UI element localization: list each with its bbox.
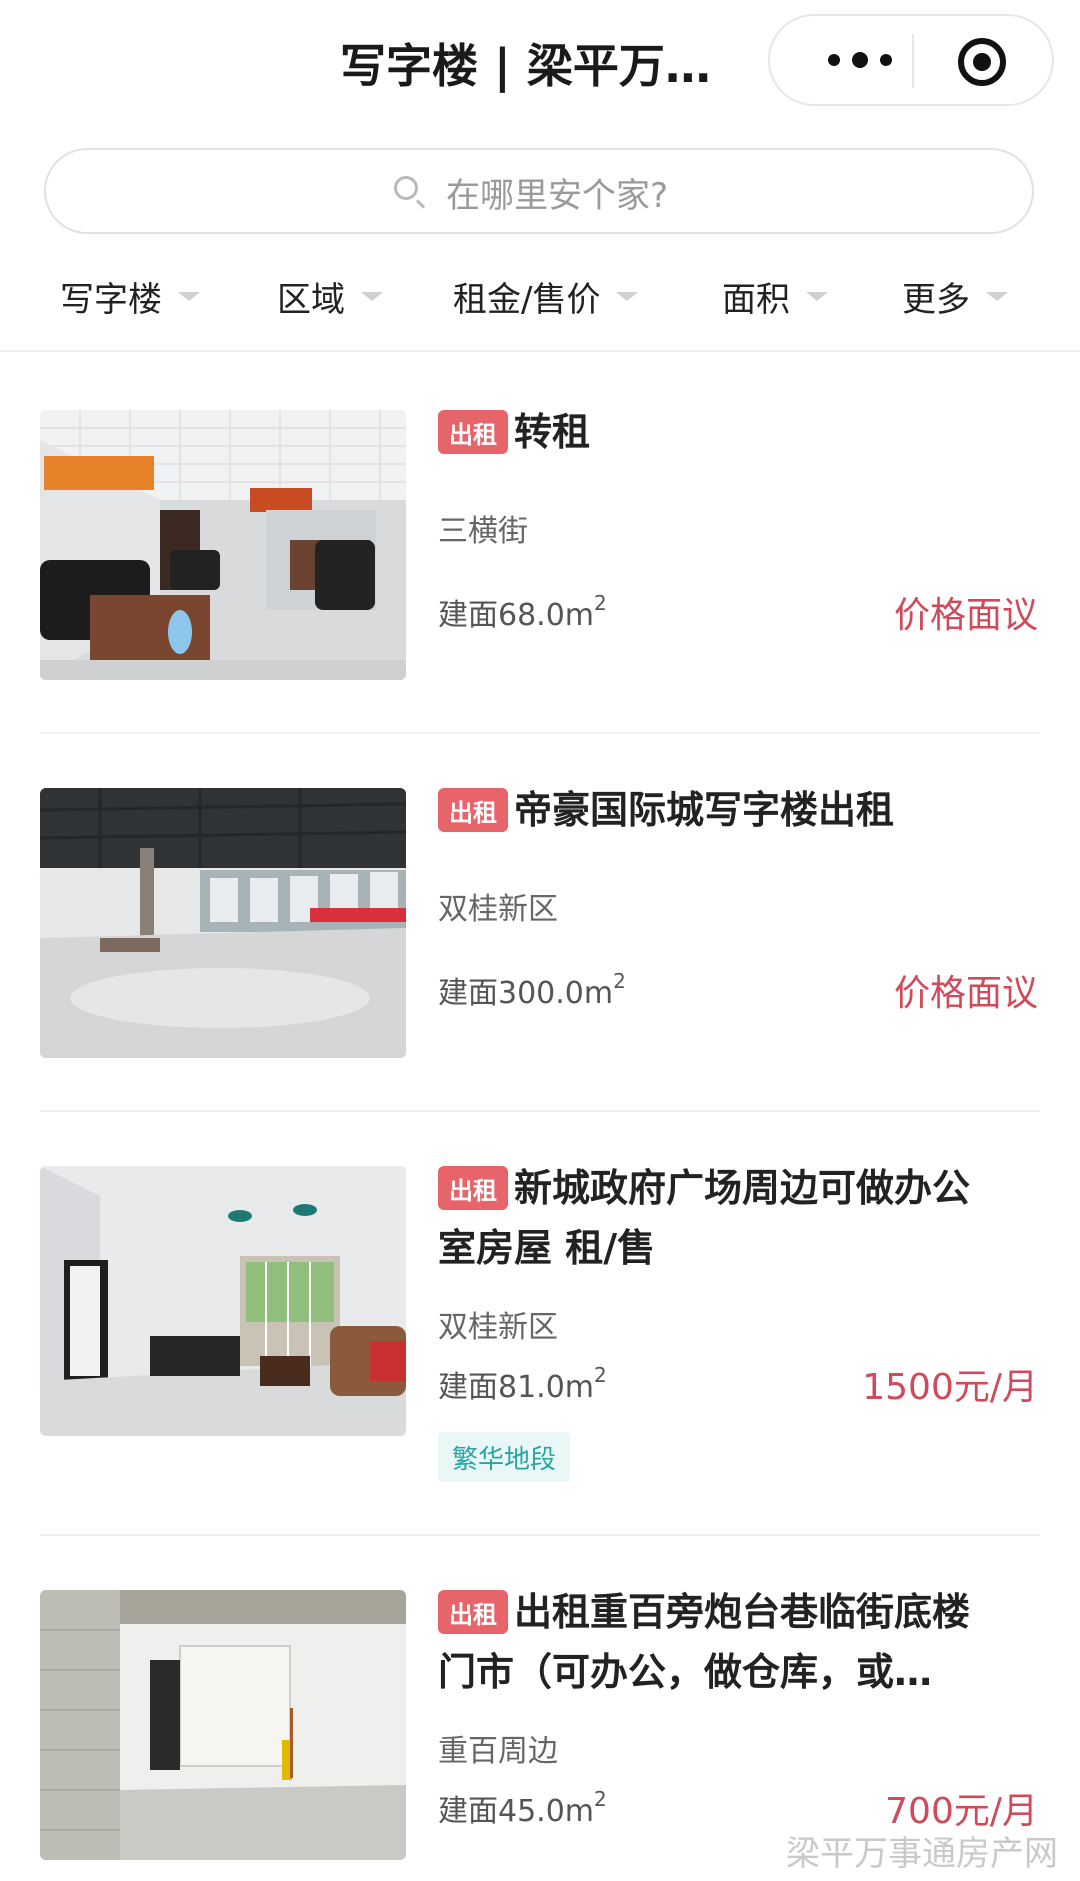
listing-area: 建面45.0m2 [438,1786,607,1830]
filter-area[interactable]: 面积 [722,272,828,321]
listing-photo-living-room[interactable] [40,1166,406,1436]
chevron-down-icon [616,292,639,301]
top-bar: 写字楼 | 梁平万… [0,0,1080,130]
listing-location: 重百周边 [438,1734,558,1769]
chevron-down-icon [178,292,200,301]
listing-price: 价格面议 [893,595,1038,636]
divider [40,1534,1040,1536]
divider [40,732,1040,734]
chevron-down-icon [806,292,828,301]
listing-price: 价格面议 [893,973,1038,1014]
listing-area-text: 建面45.0m [438,1794,595,1829]
feature-tag: 繁华地段 [438,1432,571,1482]
chevron-down-icon [986,292,1008,301]
listing-area-sup: 2 [594,1787,607,1811]
status-badge: 出租 [438,1166,508,1210]
filter-more-label: 更多 [902,280,970,320]
listing-title[interactable]: 帝豪国际城写字楼出租 [514,780,894,840]
listing-title-line1[interactable]: 出租重百旁炮台巷临街底楼 [514,1582,970,1642]
mini-program-capsule [768,14,1054,106]
filter-price[interactable]: 租金/售价 [453,272,639,321]
listing-area: 建面81.0m2 [438,1362,607,1406]
capsule-divider [912,34,914,88]
filter-area-label: 面积 [722,280,790,320]
listing-title-line2[interactable]: 门市（可办公，做仓库，或… [438,1642,932,1702]
chevron-down-icon [361,292,383,301]
listing-location: 双桂新区 [438,1310,558,1345]
filter-type-label: 写字楼 [60,280,162,320]
listing-title-line2[interactable]: 室房屋 租/售 [438,1218,655,1278]
listing-area: 建面300.0m2 [438,968,626,1012]
listing-card[interactable]: 出租 转租 三横街 建面68.0m2 价格面议 [0,410,1080,730]
filter-bar: 写字楼 区域 租金/售价 面积 更多 [0,250,1080,352]
search-bar[interactable]: 在哪里安个家? [44,148,1034,234]
listing-area-sup: 2 [594,1363,607,1387]
close-target-icon[interactable] [958,38,1006,86]
listing-title-line1[interactable]: 新城政府广场周边可做办公 [514,1158,970,1218]
status-badge: 出租 [438,410,508,454]
listing-area-sup: 2 [594,591,607,615]
filter-region-label: 区域 [277,280,345,320]
filter-type[interactable]: 写字楼 [60,272,200,321]
divider [40,1110,1040,1112]
filter-more[interactable]: 更多 [902,272,1008,321]
listing-area-sup: 2 [613,969,626,993]
filter-region[interactable]: 区域 [277,272,383,321]
page-title: 写字楼 | 梁平万… [340,39,711,93]
listing-area-text: 建面68.0m [438,598,595,633]
more-options-icon[interactable] [810,28,910,92]
listing-photo-office[interactable] [40,410,406,680]
listing-photo-storefront[interactable] [40,1590,406,1860]
filter-price-label: 租金/售价 [453,280,601,320]
listing-area-text: 建面81.0m [438,1370,595,1405]
listing-area: 建面68.0m2 [438,590,607,634]
listing-card[interactable]: 出租 帝豪国际城写字楼出租 双桂新区 建面300.0m2 价格面议 [0,788,1080,1108]
search-icon [394,176,418,200]
listing-title[interactable]: 转租 [514,402,590,462]
listing-area-text: 建面300.0m [438,976,614,1011]
search-placeholder: 在哪里安个家? [446,176,669,216]
listing-location: 双桂新区 [438,892,558,927]
watermark-text: 梁平万事通房产网 [786,1834,1058,1874]
listing-photo-open-floor[interactable] [40,788,406,1058]
status-badge: 出租 [438,1590,508,1634]
listing-location: 三横街 [438,514,528,549]
listing-price: 1500元/月 [862,1367,1038,1408]
status-badge: 出租 [438,788,508,832]
listing-card[interactable]: 出租 新城政府广场周边可做办公 室房屋 租/售 双桂新区 建面81.0m2 15… [0,1166,1080,1526]
